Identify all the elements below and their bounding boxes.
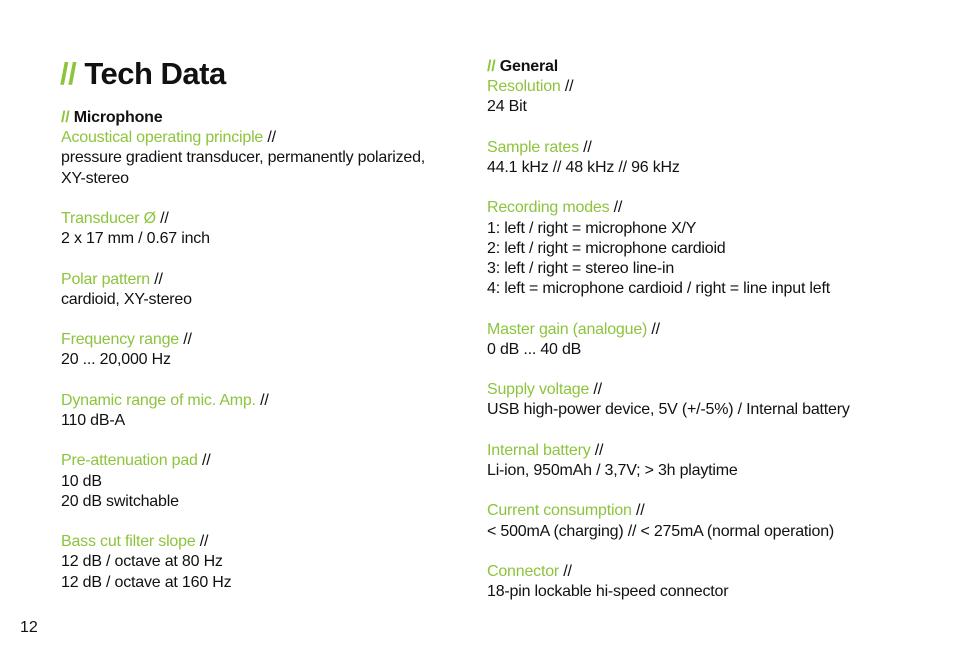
spec-value: 10 dB [61,472,102,490]
spec-label: Dynamic range of mic. Amp. // [61,391,471,411]
spec-label-text: Resolution [487,78,561,96]
spec-label: Bass cut filter slope // [61,532,471,552]
spec-item: Resolution //24 Bit [487,77,927,117]
spec-label-text: Acoustical operating principle [61,129,264,147]
spec-label-text: Dynamic range of mic. Amp. [61,391,256,409]
general-heading: // General [487,57,927,77]
spec-item: Transducer Ø //2 x 17 mm / 0.67 inch [61,209,471,249]
spec-label-text: Pre-attenuation pad [61,452,198,470]
spec-item: Dynamic range of mic. Amp. //110 dB-A [61,391,471,431]
spec-label: Frequency range // [61,330,471,350]
spec-value: Li-ion, 950mAh / 3,7V; > 3h playtime [487,461,738,479]
spec-label: Connector // [487,562,927,582]
general-section: // General Resolution //24 Bit Sample rat… [487,57,927,602]
spec-separator: // [202,452,211,470]
spec-value: 1: left / right = microphone X/Y [487,219,697,237]
spec-label: Recording modes // [487,198,927,218]
spec-value: cardioid, XY-stereo [61,290,192,308]
spec-label-text: Internal battery [487,441,591,459]
spec-value: 4: left = microphone cardioid / right = … [487,280,830,298]
spec-separator: // [160,210,169,227]
spec-item: Acoustical operating principle //pressur… [61,128,471,189]
spec-label-text: Master gain (analogue) [487,320,648,338]
spec-item: Recording modes //1: left / right = micr… [487,198,927,299]
microphone-heading: // Microphone [61,108,471,128]
title-text: Tech Data [84,56,226,91]
spec-label-text: Current consumption [487,502,632,520]
spec-separator: // [199,533,209,551]
spec-separator: // [594,441,604,459]
spec-label-text: Bass cut filter slope [61,533,196,551]
spec-value: XY-stereo [61,169,129,187]
spec-separator: // [563,562,572,580]
page-number: 12 [20,619,38,636]
spec-label: Resolution // [487,77,927,97]
spec-label: Acoustical operating principle // [61,128,471,148]
spec-value: 24 Bit [487,98,527,116]
title-prefix: // [60,56,77,91]
spec-label: Internal battery // [487,441,927,461]
spec-label-text: Sample rates [487,138,579,156]
spec-item: Internal battery //Li-ion, 950mAh / 3,7V… [487,441,927,481]
spec-item: Polar pattern //cardioid, XY-stereo [61,270,471,310]
spec-separator: // [183,331,192,349]
spec-value: pressure gradient transducer, permanentl… [61,149,426,167]
spec-separator: // [564,78,574,96]
microphone-spec-list: Acoustical operating principle //pressur… [61,128,471,593]
spec-item: Frequency range //20 ... 20,000 Hz [61,330,471,370]
spec-value: 18-pin lockable hi-speed connector [487,583,729,601]
spec-value: 110 dB-A [61,411,125,429]
spec-value: 20 dB switchable [61,492,179,510]
heading-text: Microphone [73,109,163,126]
spec-separator: // [154,270,163,288]
microphone-section: // Microphone Acoustical operating princ… [61,108,471,593]
spec-value: 2: left / right = microphone cardioid [487,239,726,257]
spec-item: Current consumption //< 500mA (charging)… [487,501,927,541]
spec-label: Transducer Ø // [61,209,471,229]
spec-label-text: Polar pattern [61,270,151,288]
spec-label-text: Recording modes [487,199,610,217]
spec-separator: // [635,502,645,520]
spec-value: 2 x 17 mm / 0.67 inch [61,230,210,248]
spec-item: Bass cut filter slope //12 dB / octave a… [61,532,471,593]
spec-label: Sample rates // [487,138,927,158]
spec-value: 3: left / right = stereo line-in [487,260,675,277]
spec-value: 12 dB / octave at 160 Hz [61,573,232,591]
spec-value: 20 ... 20,000 Hz [61,351,171,369]
spec-item: Master gain (analogue) //0 dB ... 40 dB [487,320,927,360]
spec-value: < 500mA (charging) // < 275mA (normal op… [487,522,835,540]
spec-label: Polar pattern // [61,270,471,290]
spec-label: Current consumption // [487,501,927,521]
spec-value: 44.1 kHz // 48 kHz // 96 kHz [487,159,680,176]
spec-item: Pre-attenuation pad //10 dB 20 dB switcha… [61,451,471,512]
spec-label-text: Connector [487,562,560,580]
spec-separator: // [593,381,602,399]
spec-label: Pre-attenuation pad // [61,451,471,471]
spec-label: Master gain (analogue) // [487,320,927,340]
spec-value: 12 dB / octave at 80 Hz [61,553,223,571]
heading-prefix: // [487,58,496,75]
spec-label-text: Transducer Ø [61,210,156,227]
general-spec-list: Resolution //24 Bit Sample rates //44.1 k… [487,77,927,602]
heading-text: General [499,58,558,75]
spec-separator: // [260,391,269,409]
page-title: // Tech Data [60,54,226,94]
spec-item: Sample rates //44.1 kHz // 48 kHz // 96 … [487,138,927,178]
spec-label-text: Supply voltage [487,381,590,399]
spec-item: Supply voltage //USB high-power device, … [487,380,927,420]
spec-separator: // [613,199,623,217]
spec-label-text: Frequency range [61,331,179,349]
spec-value: 0 dB ... 40 dB [487,340,582,358]
spec-separator: // [267,129,276,147]
spec-item: Connector //18-pin lockable hi-speed con… [487,562,927,602]
heading-prefix: // [61,109,70,126]
spec-separator: // [651,320,660,338]
spec-label: Supply voltage // [487,380,927,400]
spec-separator: // [583,138,592,156]
spec-value: USB high-power device, 5V (+/-5%) / Inte… [487,401,850,419]
